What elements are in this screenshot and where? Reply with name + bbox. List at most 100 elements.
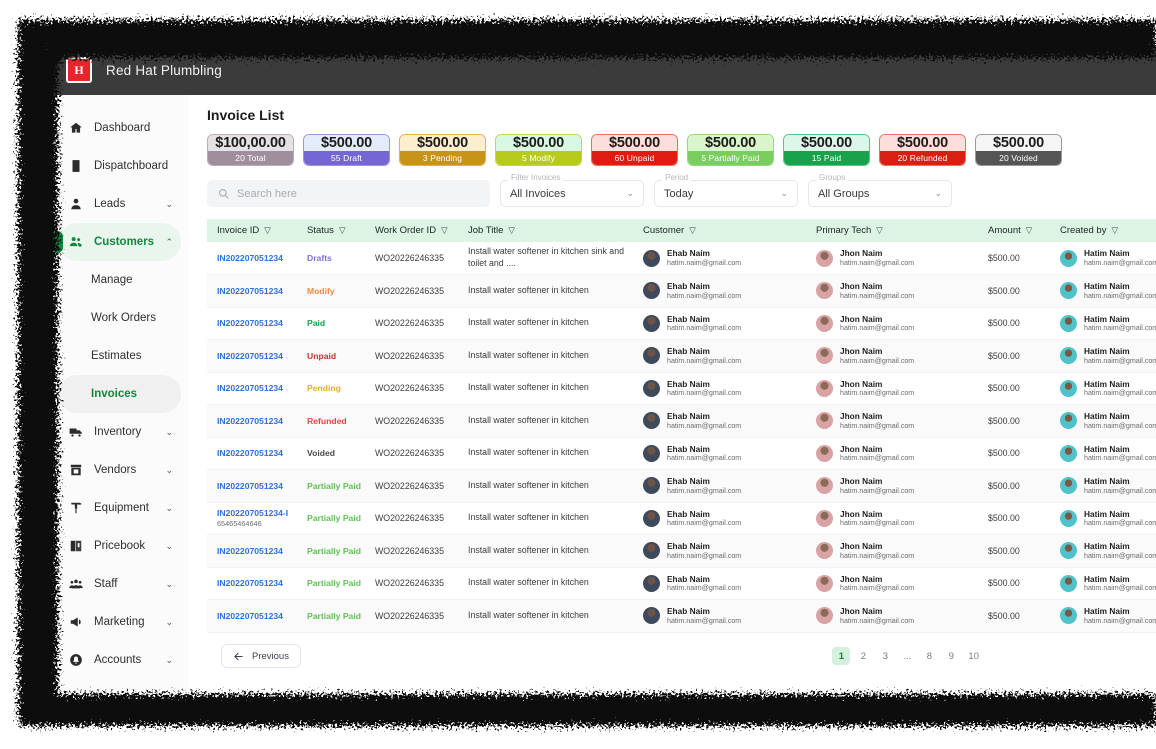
page-number[interactable]: 1 — [832, 647, 851, 665]
table-row[interactable]: IN202207051234 Drafts WO20226246335 Install… — [207, 242, 1156, 275]
filter-icon[interactable]: ▽ — [1111, 225, 1118, 235]
chevron-down-icon[interactable]: ⌄ — [165, 503, 173, 514]
customer-email: hatim.naim@gmail.com — [667, 551, 742, 560]
sidebar-subitem-invoices[interactable]: Invoices — [58, 375, 181, 413]
chevron-up-icon[interactable]: ⌃ — [165, 237, 173, 248]
sidebar-item-customers[interactable]: Customers ⌃ — [52, 223, 181, 261]
creator-person: Hatim Naim hatim.naim@gmail.com — [1060, 444, 1156, 463]
filter-icon[interactable]: ▽ — [1026, 225, 1033, 235]
previous-page-button[interactable]: Previous — [221, 644, 301, 668]
sidebar-subitem-manage[interactable]: Manage — [58, 261, 181, 299]
chevron-down-icon[interactable]: ⌄ — [626, 188, 634, 199]
table-row[interactable]: IN202207051234 Partially Paid WO2022624633… — [207, 469, 1156, 502]
creator-text: Hatim Naim hatim.naim@gmail.com — [1084, 606, 1156, 625]
chevron-down-icon[interactable]: ⌄ — [780, 188, 788, 199]
stat-card[interactable]: $500.00 55 Draft — [303, 134, 390, 166]
sidebar-item-inventory[interactable]: Inventory ⌄ — [58, 413, 181, 451]
invoice-id-link[interactable]: IN202207051234 — [217, 383, 297, 393]
chevron-down-icon[interactable]: ⌄ — [165, 617, 173, 628]
filter-icon[interactable]: ▽ — [508, 225, 515, 235]
sidebar-item-accounts[interactable]: Accounts ⌄ — [58, 641, 181, 679]
filter-icon[interactable]: ▽ — [339, 225, 346, 235]
invoice-id-link[interactable]: IN202207051234 — [217, 351, 297, 361]
stat-card[interactable]: $500.00 15 Paid — [783, 134, 870, 166]
search-input[interactable]: Search here — [207, 180, 490, 207]
sidebar-item-dashboard[interactable]: Dashboard — [58, 109, 181, 147]
select-control[interactable]: Today ⌄ — [654, 180, 798, 207]
select-control[interactable]: All Groups ⌄ — [808, 180, 952, 207]
filter-icon[interactable]: ▽ — [689, 225, 696, 235]
chevron-down-icon[interactable]: ⌄ — [165, 655, 173, 666]
column-header-work-order-id[interactable]: Work Order ID ▽ — [365, 219, 458, 242]
stat-card[interactable]: $500.00 20 Voided — [975, 134, 1062, 166]
table-row[interactable]: IN202207051234 Refunded WO20226246335 Insta… — [207, 404, 1156, 437]
table-row[interactable]: IN202207051234 Partially Paid WO2022624633… — [207, 599, 1156, 632]
sidebar-item-equipment[interactable]: Equipment ⌄ — [58, 489, 181, 527]
chevron-down-icon[interactable]: ⌄ — [934, 188, 942, 199]
chevron-down-icon[interactable]: ⌄ — [165, 427, 173, 438]
cell-amount: $500.00 — [988, 578, 1020, 589]
stat-card[interactable]: $500.00 3 Pending — [399, 134, 486, 166]
table-row[interactable]: IN202207051234 Partially Paid WO2022624633… — [207, 534, 1156, 567]
invoice-id-link[interactable]: IN202207051234-I — [217, 508, 297, 518]
invoice-id-link[interactable]: IN202207051234 — [217, 318, 297, 328]
stat-card[interactable]: $500.00 5 Partially Paid — [687, 134, 774, 166]
sidebar-item-leads[interactable]: Leads ⌄ — [58, 185, 181, 223]
stat-card[interactable]: $500.00 20 Refunded — [879, 134, 966, 166]
column-header-created-by[interactable]: Created by ▽ — [1050, 219, 1156, 242]
column-header-invoice-id[interactable]: Invoice ID ▽ — [207, 219, 297, 242]
sidebar-item-dispatchboard[interactable]: Dispatchboard — [58, 147, 181, 185]
sidebar-item-pricebook[interactable]: Pricebook ⌄ — [58, 527, 181, 565]
chevron-down-icon[interactable]: ⌄ — [165, 579, 173, 590]
sidebar-subitem-estimates[interactable]: Estimates — [58, 337, 181, 375]
invoice-id-link[interactable]: IN202207051234 — [217, 611, 297, 621]
invoice-id-link[interactable]: IN202207051234 — [217, 448, 297, 458]
column-header-customer[interactable]: Customer ▽ — [633, 219, 806, 242]
creator-name: Hatim Naim — [1084, 541, 1130, 552]
invoice-id-link[interactable]: IN202207051234 — [217, 416, 297, 426]
select-period[interactable]: Period Today ⌄ — [654, 173, 798, 207]
page-number[interactable]: 8 — [920, 647, 938, 665]
chevron-down-icon[interactable]: ⌄ — [165, 541, 173, 552]
table-row[interactable]: IN202207051234 Modify WO20226246335 Install… — [207, 274, 1156, 307]
page-number[interactable]: 10 — [964, 647, 983, 665]
select-filter-invoices[interactable]: Filter Invoices All Invoices ⌄ — [500, 173, 644, 207]
stat-card[interactable]: $100,00.00 20 Total — [207, 134, 294, 166]
invoice-id-link[interactable]: IN202207051234 — [217, 546, 297, 556]
column-header-amount[interactable]: Amount ▽ — [978, 219, 1050, 242]
sidebar-item-vendors[interactable]: Vendors ⌄ — [58, 451, 181, 489]
sidebar-item-staff[interactable]: Staff ⌄ — [58, 565, 181, 603]
sidebar-subitem-work-orders[interactable]: Work Orders — [58, 299, 181, 337]
invoice-id-link[interactable]: IN202207051234 — [217, 578, 297, 588]
tech-text: Jhon Naim hatim.naim@gmail.com — [840, 574, 914, 593]
table-row[interactable]: IN202207051234 Partially Paid WO2022624633… — [207, 567, 1156, 600]
stat-card[interactable]: $500.00 5 Modify — [495, 134, 582, 166]
invoice-id-link[interactable]: IN202207051234 — [217, 253, 297, 263]
table-row[interactable]: IN202207051234 Unpaid WO20226246335 Install… — [207, 339, 1156, 372]
select-groups[interactable]: Groups All Groups ⌄ — [808, 173, 952, 207]
invoice-id-link[interactable]: IN202207051234 — [217, 481, 297, 491]
page-number[interactable]: 9 — [942, 647, 960, 665]
filter-icon[interactable]: ▽ — [441, 225, 448, 235]
creator-person: Hatim Naim hatim.naim@gmail.com — [1060, 606, 1156, 625]
page-number[interactable]: 2 — [854, 647, 872, 665]
select-label: Filter Invoices — [508, 173, 564, 182]
stat-card[interactable]: $500.00 60 Unpaid — [591, 134, 678, 166]
table-row[interactable]: IN202207051234-I 65465464646 Partially Pai… — [207, 502, 1156, 535]
select-control[interactable]: All Invoices ⌄ — [500, 180, 644, 207]
sidebar-item-marketing[interactable]: Marketing ⌄ — [58, 603, 181, 641]
table-row[interactable]: IN202207051234 Voided WO20226246335 Install… — [207, 437, 1156, 470]
invoice-id-link[interactable]: IN202207051234 — [217, 286, 297, 296]
table-row[interactable]: IN202207051234 Paid WO20226246335 Install w… — [207, 307, 1156, 340]
table-row[interactable]: IN202207051234 Pending WO20226246335 Instal… — [207, 372, 1156, 405]
column-header-status[interactable]: Status ▽ — [297, 219, 365, 242]
filter-icon[interactable]: ▽ — [876, 225, 883, 235]
chevron-down-icon[interactable]: ⌄ — [165, 199, 173, 210]
filter-icon[interactable]: ▽ — [264, 225, 271, 235]
column-header-primary-tech[interactable]: Primary Tech ▽ — [806, 219, 978, 242]
chevron-down-icon[interactable]: ⌄ — [165, 465, 173, 476]
page-number[interactable]: ... — [898, 647, 916, 665]
column-header-job-title[interactable]: Job Title ▽ — [458, 219, 633, 242]
table-header-row: Invoice ID ▽ Status ▽ Work Order ID ▽ Job Titl… — [207, 219, 1156, 242]
page-number[interactable]: 3 — [876, 647, 894, 665]
